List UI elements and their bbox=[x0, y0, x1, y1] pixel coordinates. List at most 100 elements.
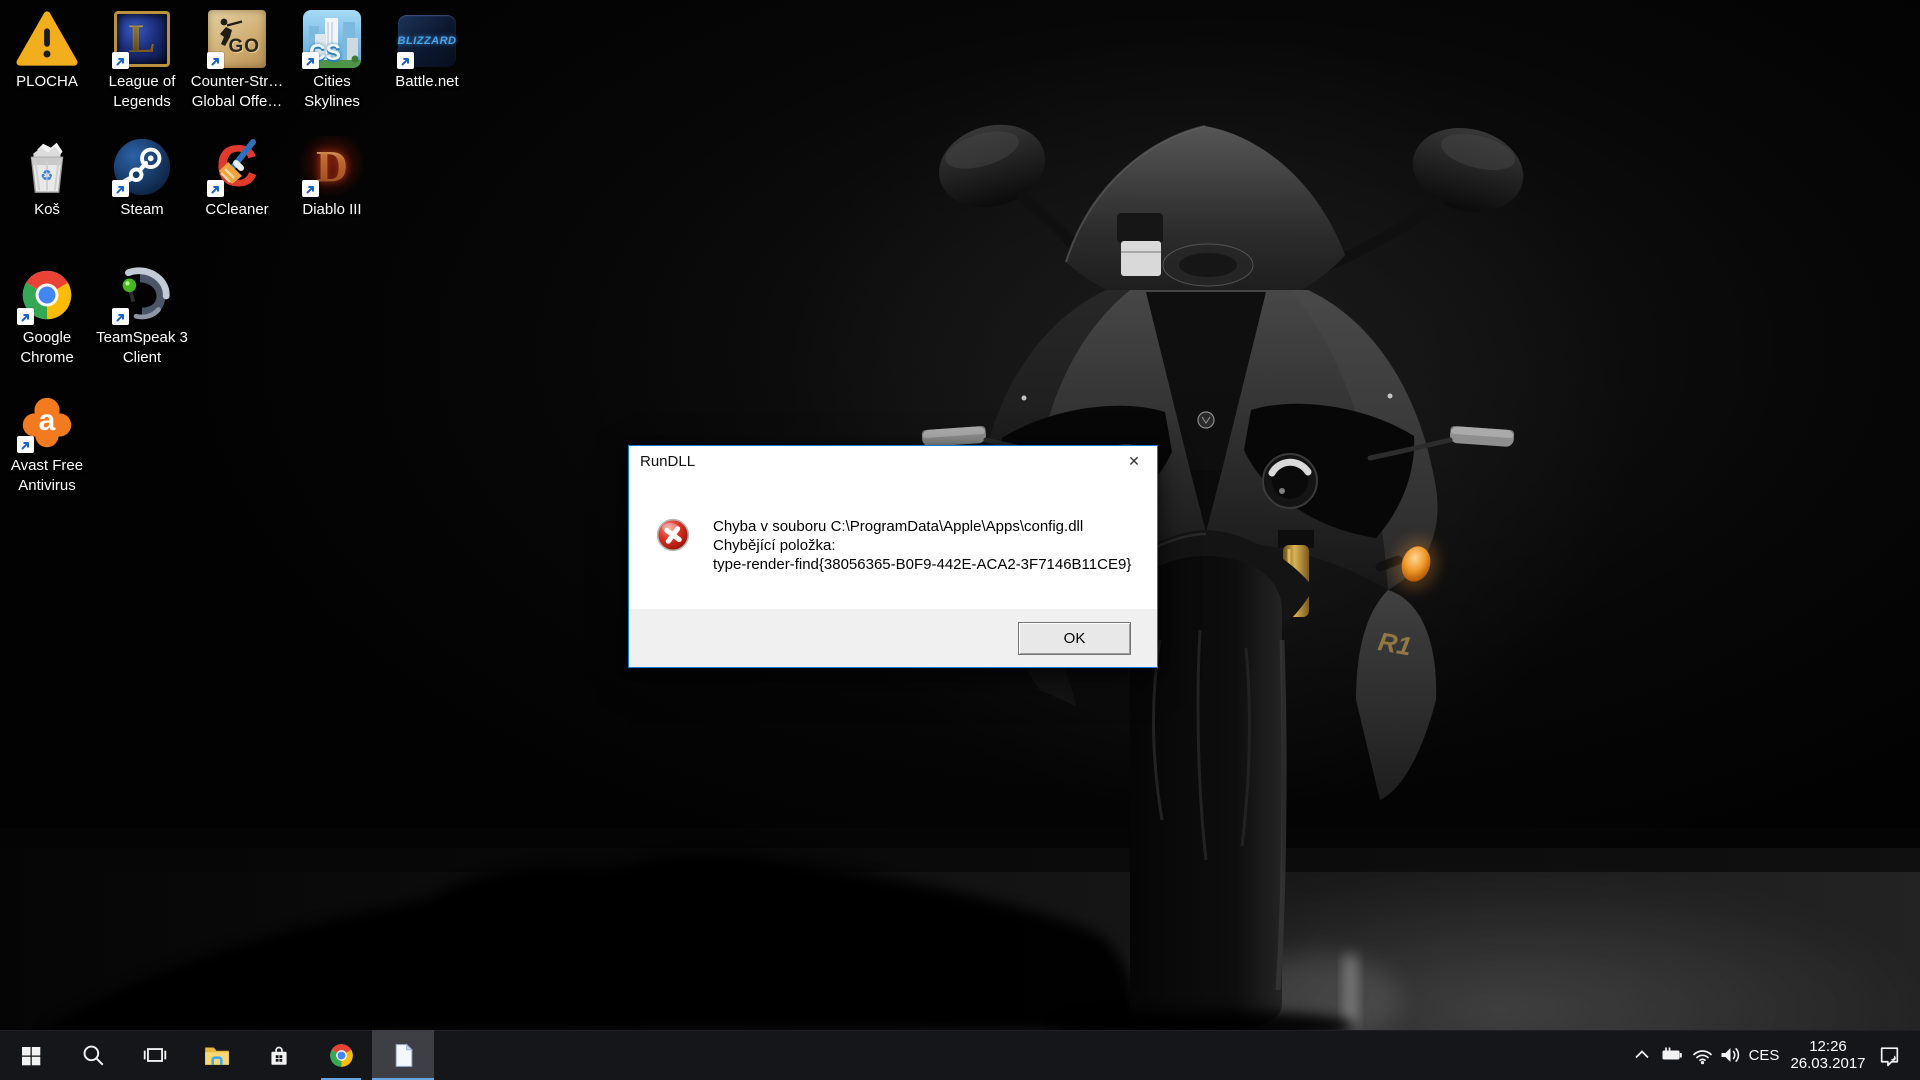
warning-triangle-icon bbox=[16, 8, 78, 70]
desktop-icon-label: Battle.net bbox=[395, 73, 458, 90]
close-button[interactable]: ✕ bbox=[1111, 446, 1157, 476]
rundll-dialog: RunDLL ✕ Chyba v souboru C:\ProgramData\… bbox=[628, 445, 1158, 668]
cities-skylines-icon: CS bbox=[301, 8, 363, 70]
desktop-icon-avast[interactable]: a Avast Free Antivirus bbox=[0, 392, 94, 494]
desktop-icon-label: Avast Free bbox=[11, 457, 83, 474]
svg-text:♻: ♻ bbox=[40, 169, 53, 185]
desktop-icon-label: League of bbox=[109, 73, 176, 90]
clock[interactable]: 12:26 26.03.2017 bbox=[1784, 1038, 1872, 1072]
chrome-icon bbox=[328, 1042, 355, 1069]
desktop-icon-label: PLOCHA bbox=[16, 73, 78, 90]
league-of-legends-icon: L bbox=[111, 8, 173, 70]
dialog-footer: OK bbox=[629, 609, 1157, 667]
teamspeak-icon bbox=[111, 264, 173, 326]
ok-button[interactable]: OK bbox=[1018, 622, 1131, 655]
action-center-icon bbox=[1877, 1043, 1902, 1068]
dialog-title: RunDLL bbox=[640, 453, 695, 470]
document-icon bbox=[390, 1042, 417, 1069]
desktop-icon-cities-skylines[interactable]: CS Cities Skylines bbox=[285, 8, 379, 110]
search-button[interactable] bbox=[62, 1030, 124, 1080]
error-message-line2: Chybějící položka: bbox=[713, 536, 1145, 555]
desktop-icon-csgo[interactable]: GO Counter-Str… Global Offe… bbox=[190, 8, 284, 110]
task-view-icon bbox=[142, 1042, 168, 1068]
wifi-icon bbox=[1690, 1043, 1715, 1067]
language-indicator[interactable]: CES bbox=[1744, 1047, 1784, 1064]
error-message-line3: type-render-find{38056365-B0F9-442E-ACA2… bbox=[713, 555, 1145, 574]
desktop-icon-plocha[interactable]: PLOCHA bbox=[0, 8, 94, 90]
chrome-taskbar-button[interactable] bbox=[310, 1030, 372, 1080]
error-icon bbox=[656, 518, 690, 552]
battery-indicator[interactable] bbox=[1656, 1030, 1688, 1080]
desktop-icon-label: Global Offe… bbox=[192, 93, 283, 110]
shortcut-arrow-icon bbox=[112, 308, 129, 325]
desktop-icon-battlenet[interactable]: BLIZZARD Battle.net bbox=[380, 8, 474, 90]
avast-icon: a bbox=[16, 392, 78, 454]
desktop-icon-label: Diablo III bbox=[302, 201, 361, 218]
shortcut-arrow-icon bbox=[207, 180, 224, 197]
blizzard-logo-text: BLIZZARD bbox=[398, 35, 457, 47]
windows-logo-icon bbox=[19, 1043, 43, 1067]
search-icon bbox=[80, 1042, 106, 1068]
diablo-letter: D bbox=[316, 145, 348, 189]
volume-indicator[interactable] bbox=[1716, 1030, 1744, 1080]
error-message: Chyba v souboru C:\ProgramData\Apple\App… bbox=[713, 517, 1145, 574]
shortcut-arrow-icon bbox=[302, 180, 319, 197]
desktop-icon-label: Cities bbox=[313, 73, 351, 90]
desktop-icon-label: Client bbox=[123, 349, 161, 366]
error-message-line1: Chyba v souboru C:\ProgramData\Apple\App… bbox=[713, 517, 1145, 536]
desktop-icon-label: Counter-Str… bbox=[191, 73, 284, 90]
action-center-button[interactable] bbox=[1872, 1030, 1906, 1080]
battery-charging-icon bbox=[1659, 1043, 1685, 1067]
desktop-icon-league-of-legends[interactable]: L League of Legends bbox=[95, 8, 189, 110]
start-button[interactable] bbox=[0, 1030, 62, 1080]
chrome-icon bbox=[16, 264, 78, 326]
desktop-icon-label: Koš bbox=[34, 201, 60, 218]
chevron-up-icon bbox=[1630, 1043, 1654, 1067]
lol-letter: L bbox=[129, 19, 156, 59]
show-hidden-icons-button[interactable] bbox=[1628, 1030, 1656, 1080]
desktop-icon-label: TeamSpeak 3 bbox=[96, 329, 188, 346]
store-icon bbox=[266, 1042, 292, 1068]
desktop-icon-label: Antivirus bbox=[18, 477, 76, 494]
avast-letter: a bbox=[39, 404, 56, 438]
r1-graphic: R1 bbox=[1376, 626, 1414, 661]
close-icon: ✕ bbox=[1128, 453, 1140, 470]
wifi-indicator[interactable] bbox=[1688, 1030, 1716, 1080]
shortcut-arrow-icon bbox=[207, 52, 224, 69]
document-taskbar-button[interactable] bbox=[372, 1030, 434, 1080]
desktop-icon-google-chrome[interactable]: Google Chrome bbox=[0, 264, 94, 366]
clock-date: 26.03.2017 bbox=[1784, 1055, 1872, 1072]
shortcut-arrow-icon bbox=[302, 52, 319, 69]
desktop-icon-label: Steam bbox=[120, 201, 163, 218]
desktop-icon-label: CCleaner bbox=[205, 201, 268, 218]
store-button[interactable] bbox=[248, 1030, 310, 1080]
system-tray: CES 12:26 26.03.2017 bbox=[1628, 1030, 1920, 1080]
task-view-button[interactable] bbox=[124, 1030, 186, 1080]
diablo3-icon: D bbox=[301, 136, 363, 198]
shortcut-arrow-icon bbox=[112, 52, 129, 69]
desktop-icon-label: Legends bbox=[113, 93, 171, 110]
speaker-icon bbox=[1718, 1043, 1743, 1067]
file-explorer-icon bbox=[203, 1042, 231, 1068]
taskbar: CES 12:26 26.03.2017 bbox=[0, 1030, 1920, 1080]
desktop-icon-steam[interactable]: Steam bbox=[95, 136, 189, 218]
shortcut-arrow-icon bbox=[397, 52, 414, 69]
shortcut-arrow-icon bbox=[112, 180, 129, 197]
desktop-icon-label: Skylines bbox=[304, 93, 360, 110]
desktop-icon-diablo3[interactable]: D Diablo III bbox=[285, 136, 379, 218]
clock-time: 12:26 bbox=[1784, 1038, 1872, 1055]
battlenet-icon: BLIZZARD bbox=[396, 8, 458, 70]
ccleaner-icon: C bbox=[206, 136, 268, 198]
csgo-icon: GO bbox=[206, 8, 268, 70]
csgo-go-text: GO bbox=[228, 36, 260, 58]
shortcut-arrow-icon bbox=[17, 308, 34, 325]
desktop-screen: R1 PLOCHA L bbox=[0, 0, 1920, 1080]
desktop-icon-ccleaner[interactable]: C CCleaner bbox=[190, 136, 284, 218]
steam-icon bbox=[111, 136, 173, 198]
file-explorer-button[interactable] bbox=[186, 1030, 248, 1080]
desktop-icon-label: Chrome bbox=[20, 349, 73, 366]
desktop-icon-recycle-bin[interactable]: ♻ Koš bbox=[0, 136, 94, 218]
desktop-icon-teamspeak[interactable]: TeamSpeak 3 Client bbox=[95, 264, 189, 366]
desktop-icon-label: Google bbox=[23, 329, 71, 346]
recycle-bin-icon: ♻ bbox=[16, 136, 78, 198]
